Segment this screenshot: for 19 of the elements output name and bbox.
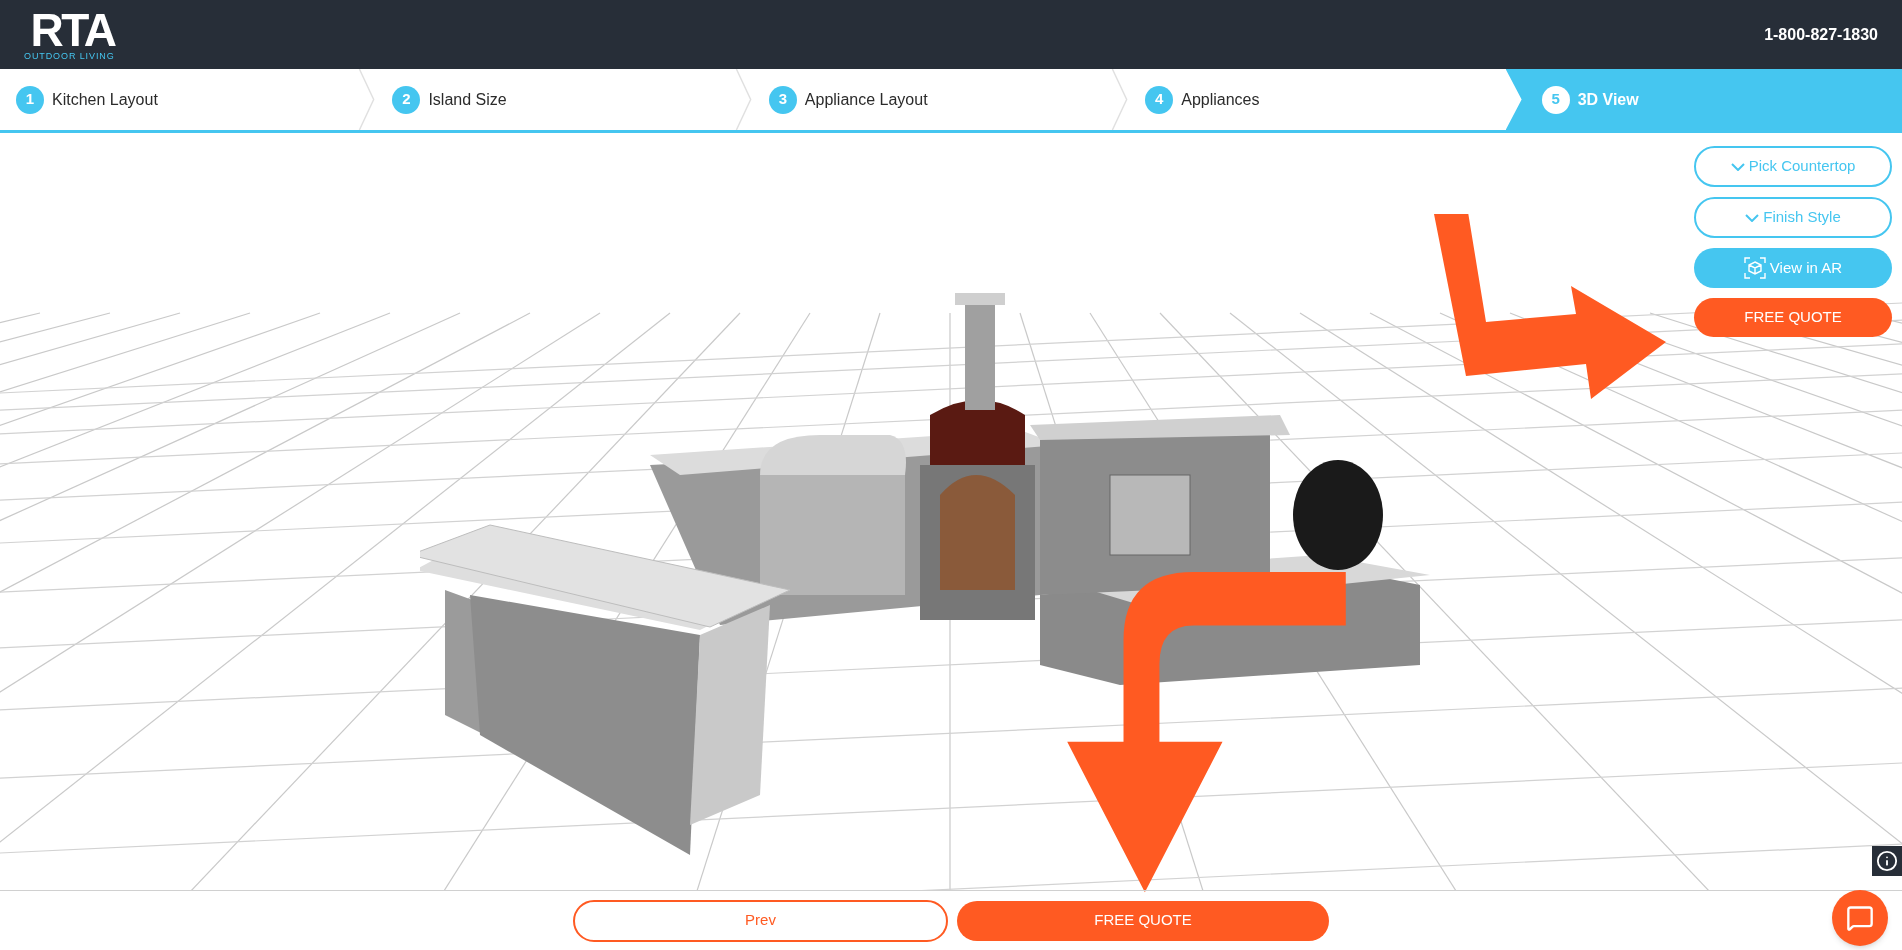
info-icon <box>1876 850 1898 872</box>
chevron-down-icon <box>1745 213 1760 222</box>
logo[interactable]: RTA OUTDOOR LIVING <box>24 8 115 61</box>
chat-bubble-icon <box>1846 904 1874 932</box>
prev-button[interactable]: Prev <box>573 899 948 942</box>
free-quote-button[interactable]: FREE QUOTE <box>957 900 1329 941</box>
chat-button[interactable] <box>1832 890 1888 946</box>
ar-cube-icon <box>1743 257 1766 279</box>
step-tab[interactable]: 5 3D View <box>1505 69 1902 130</box>
chevron-divider <box>358 69 377 130</box>
free-quote-button[interactable]: FREE QUOTE <box>1694 298 1892 337</box>
phone-link[interactable]: 1-800-827-1830 <box>1764 22 1878 47</box>
chevron-divider <box>1111 69 1130 130</box>
dropdown-button[interactable]: Pick Countertop <box>1694 146 1892 187</box>
chevron-divider <box>734 69 753 130</box>
chevron-down-icon <box>1730 162 1745 171</box>
info-button[interactable] <box>1872 846 1902 876</box>
dropdown-button[interactable]: Finish Style <box>1694 197 1892 238</box>
view-in-ar-button[interactable]: View in AR <box>1694 248 1892 288</box>
